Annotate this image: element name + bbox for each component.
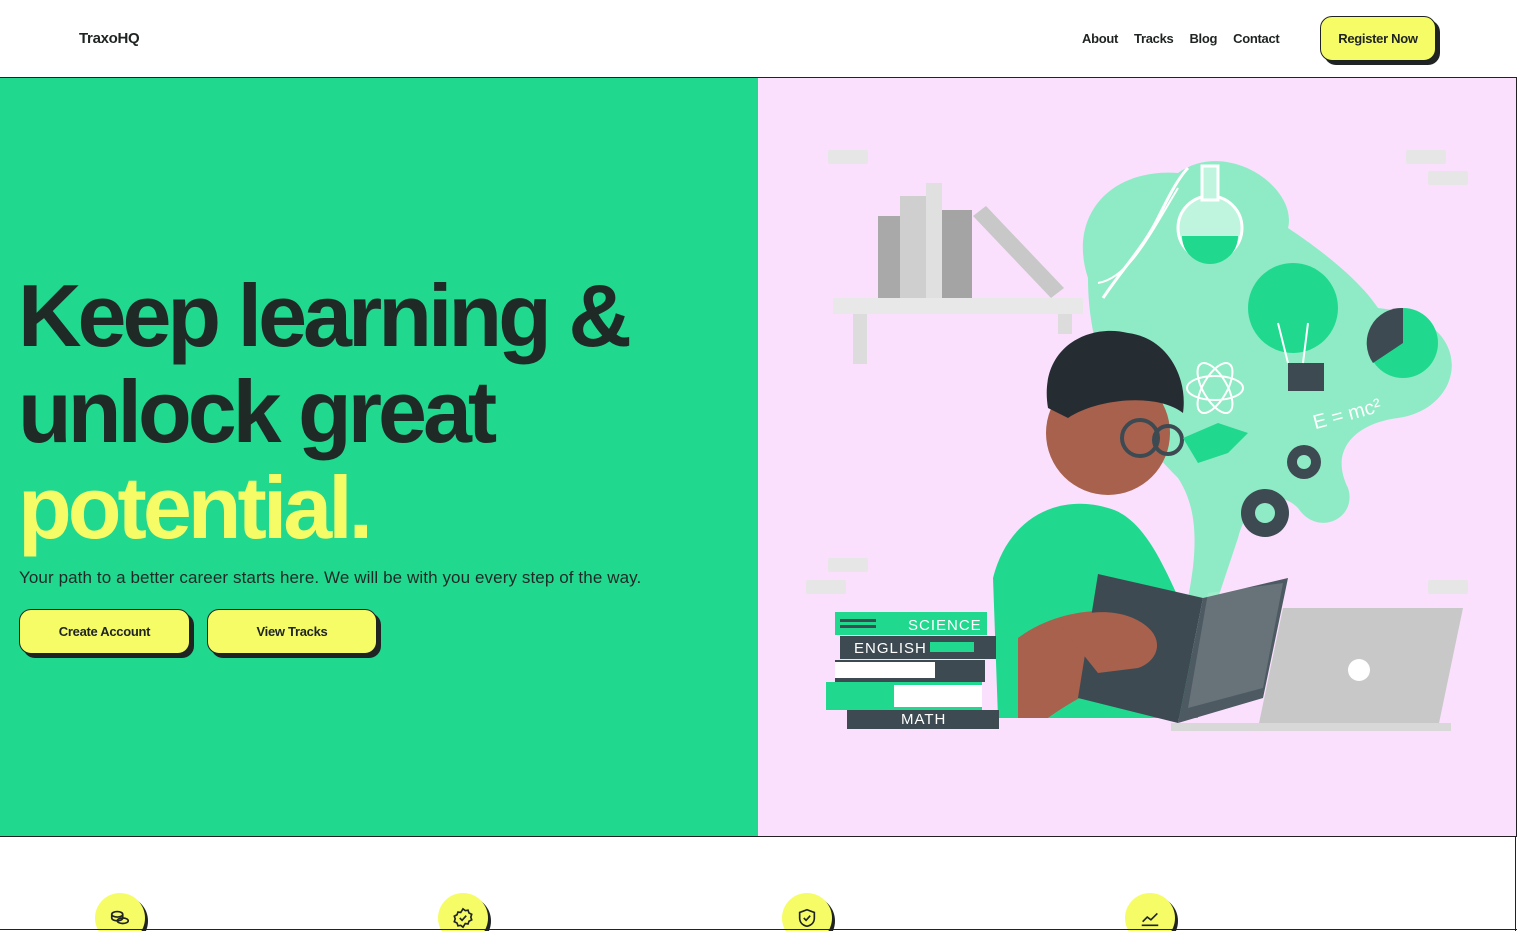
nav-link-tracks[interactable]: Tracks <box>1134 31 1174 46</box>
view-tracks-button[interactable]: View Tracks <box>207 609 377 654</box>
headline-accent: potential. <box>18 458 373 557</box>
trending-up-icon <box>1125 893 1175 931</box>
nav-link-about[interactable]: About <box>1082 31 1118 46</box>
headline-line-1: Keep learning & <box>18 266 632 365</box>
coins-icon <box>95 893 145 931</box>
logo[interactable]: TraxoHQ <box>79 30 140 47</box>
divider <box>1515 837 1516 931</box>
headline-line-2: unlock great <box>18 362 497 461</box>
nav-link-contact[interactable]: Contact <box>1233 31 1280 46</box>
nav-links: About Tracks Blog Contact <box>1082 31 1280 46</box>
bookshelf <box>833 183 1083 364</box>
nav-link-blog[interactable]: Blog <box>1189 31 1217 46</box>
book-label-science: SCIENCE <box>908 617 982 634</box>
book-label-english: ENGLISH <box>854 640 927 657</box>
navbar: TraxoHQ About Tracks Blog Contact Regist… <box>0 0 1517 78</box>
register-now-button[interactable]: Register Now <box>1320 16 1436 61</box>
divider <box>0 929 1517 930</box>
hero-headline: Keep learning & unlock great potential. <box>18 266 632 557</box>
shield-check-icon <box>782 893 832 931</box>
create-account-button[interactable]: Create Account <box>19 609 190 654</box>
book-label-math: MATH <box>901 711 946 728</box>
student-reading-illustration: E = mc² SCIENCE ENGLISH MATH <box>806 150 1468 731</box>
hero-subtitle: Your path to a better career starts here… <box>19 568 642 587</box>
book-stack: SCIENCE ENGLISH MATH <box>826 612 999 729</box>
badge-check-icon <box>438 893 488 931</box>
